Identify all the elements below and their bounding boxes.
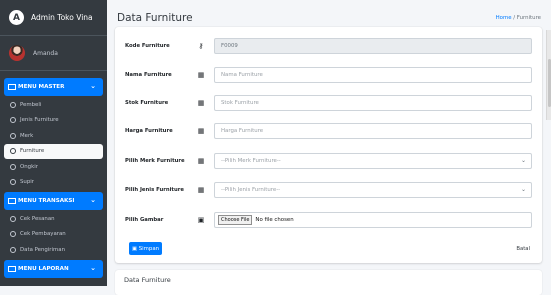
chevron-down-icon: ⌄: [90, 196, 96, 204]
nama-furniture-input[interactable]: Nama Furniture: [214, 67, 532, 83]
user-name: Amanda: [33, 49, 58, 57]
list-icon: ▦: [197, 186, 205, 194]
harga-furniture-input[interactable]: Harga Furniture: [214, 123, 532, 139]
save-button[interactable]: ▣ Simpan: [129, 242, 162, 255]
scrollbar[interactable]: [546, 30, 551, 120]
stok-furniture-row: Stok Furniture ▦ Stok Furniture: [125, 95, 532, 111]
list-icon: ▦: [197, 99, 205, 107]
nama-furniture-label: Nama Furniture: [125, 72, 172, 78]
pilih-gambar-label: Pilih Gambar: [125, 217, 164, 223]
sidebar-item-label: Data Pengiriman: [20, 246, 65, 253]
sidebar-item-label: Merk: [20, 132, 34, 139]
data-furniture-card-title: Data Furniture: [124, 276, 171, 284]
kode-furniture-row: Kode Furniture ⚷ F0009: [125, 38, 532, 54]
merk-furniture-row: Pilih Merk Furniture ▦ --Pilih Merk Furnit…: [125, 153, 532, 169]
gambar-file-input[interactable]: Choose File No file chosen: [214, 212, 532, 228]
sidebar-item-label: Ongkir: [20, 163, 38, 170]
circle-icon: [10, 246, 16, 253]
sidebar-item-label: Pembeli: [20, 101, 42, 108]
brand-title: Admin Toko Vina: [31, 13, 93, 22]
user-panel[interactable]: Amanda: [0, 36, 107, 71]
sidebar-menu: MENU MASTER ⌄ Pembeli Jenis Furniture Mer…: [0, 71, 107, 284]
sidebar-item-label: Cek Pesanan: [20, 215, 55, 222]
sidebar: A Admin Toko Vina Amanda MENU MASTER ⌄ Pe…: [0, 0, 107, 286]
stok-furniture-input[interactable]: Stok Furniture: [214, 95, 532, 111]
list-icon: ▦: [197, 127, 205, 135]
kode-furniture-input[interactable]: F0009: [214, 38, 532, 54]
kode-furniture-label: Kode Furniture: [125, 43, 170, 49]
sidebar-item-cek-pembayaran[interactable]: Cek Pembayaran: [4, 227, 103, 243]
chevron-down-icon: ⌄: [90, 82, 96, 90]
breadcrumb: Home / Furniture: [495, 15, 541, 21]
sidebar-item-label: Jenis Furniture: [20, 117, 59, 124]
choose-file-button[interactable]: Choose File: [218, 215, 253, 225]
sidebar-item-cek-pesanan[interactable]: Cek Pesanan: [4, 211, 103, 227]
harga-furniture-row: Harga Furniture ▦ Harga Furniture: [125, 123, 532, 139]
sidebar-item-label: Cek Pembayaran: [20, 231, 66, 238]
brand-logo: A: [9, 10, 24, 25]
jenis-furniture-label: Pilih Jenis Furniture: [125, 187, 184, 193]
data-furniture-card: Data Furniture: [115, 270, 542, 295]
sidebar-item-supir[interactable]: Supir: [4, 175, 103, 191]
jenis-furniture-row: Pilih Jenis Furniture ▦ --Pilih Jenis Furn…: [125, 182, 532, 198]
save-icon: ▣: [131, 245, 138, 252]
stok-furniture-label: Stok Furniture: [125, 100, 169, 106]
sidebar-item-data-pengiriman[interactable]: Data Pengiriman: [4, 242, 103, 258]
cancel-button[interactable]: Batal: [516, 242, 530, 255]
chevron-down-icon: ⌄: [90, 263, 96, 272]
sidebar-item-label: Furniture: [20, 148, 45, 155]
circle-icon: [10, 231, 16, 238]
circle-icon: [10, 148, 16, 155]
avatar: [9, 45, 25, 61]
circle-icon: [10, 117, 16, 124]
circle-icon: [10, 215, 16, 222]
chevron-down-icon: ⌄: [520, 186, 526, 193]
jenis-selected-value: --Pilih Jenis Furniture--: [221, 187, 281, 193]
circle-icon: [10, 101, 16, 108]
menu-master-header[interactable]: MENU MASTER ⌄: [4, 78, 103, 96]
menu-transaksi-label: MENU TRANSAKSI: [18, 198, 75, 204]
page-title: Data Furniture: [117, 12, 193, 24]
menu-laporan-label: MENU LAPORAN: [18, 265, 69, 272]
brand[interactable]: A Admin Toko Vina: [0, 0, 107, 36]
sidebar-item-furniture[interactable]: Furniture: [4, 143, 103, 159]
gambar-row: Pilih Gambar ▣ Choose File No file chosen: [125, 212, 532, 228]
cart-icon: [8, 198, 16, 204]
file-status-text: No file chosen: [255, 217, 294, 223]
breadcrumb-current: Furniture: [516, 15, 541, 21]
harga-furniture-label: Harga Furniture: [125, 128, 173, 134]
breadcrumb-home[interactable]: Home: [496, 15, 512, 21]
jenis-furniture-select[interactable]: --Pilih Jenis Furniture-- ⌄: [214, 182, 532, 198]
menu-laporan-header[interactable]: MENU LAPORAN ⌄: [4, 259, 103, 278]
sidebar-item-ongkir[interactable]: Ongkir: [4, 159, 103, 175]
menu-transaksi-header[interactable]: MENU TRANSAKSI ⌄: [4, 192, 103, 210]
menu-master-label: MENU MASTER: [18, 84, 65, 90]
circle-icon: [10, 163, 16, 170]
key-icon: ⚷: [198, 42, 204, 50]
sidebar-item-pembeli[interactable]: Pembeli: [4, 97, 103, 113]
circle-icon: [10, 132, 16, 139]
sidebar-item-label: Supir: [20, 179, 34, 186]
chevron-down-icon: ⌄: [520, 157, 526, 164]
furniture-form-card: Kode Furniture ⚷ F0009 Nama Furniture ▦ Nama…: [115, 27, 542, 263]
main-content: Data Furniture Home / Furniture Kode Fur…: [107, 0, 551, 295]
sidebar-item-merk[interactable]: Merk: [4, 128, 103, 144]
image-icon: ▣: [197, 216, 205, 224]
merk-furniture-label: Pilih Merk Furniture: [125, 158, 185, 164]
merk-furniture-select[interactable]: --Pilih Merk Furniture-- ⌄: [214, 153, 532, 169]
circle-icon: [10, 179, 16, 186]
list-icon: ▦: [197, 71, 205, 79]
merk-selected-value: --Pilih Merk Furniture--: [221, 158, 281, 164]
save-button-label: Simpan: [138, 245, 160, 252]
report-icon: [8, 265, 16, 272]
nama-furniture-row: Nama Furniture ▦ Nama Furniture: [125, 67, 532, 83]
sidebar-item-jenis-furniture[interactable]: Jenis Furniture: [4, 113, 103, 129]
table-icon: [8, 84, 16, 90]
list-icon: ▦: [197, 157, 205, 165]
